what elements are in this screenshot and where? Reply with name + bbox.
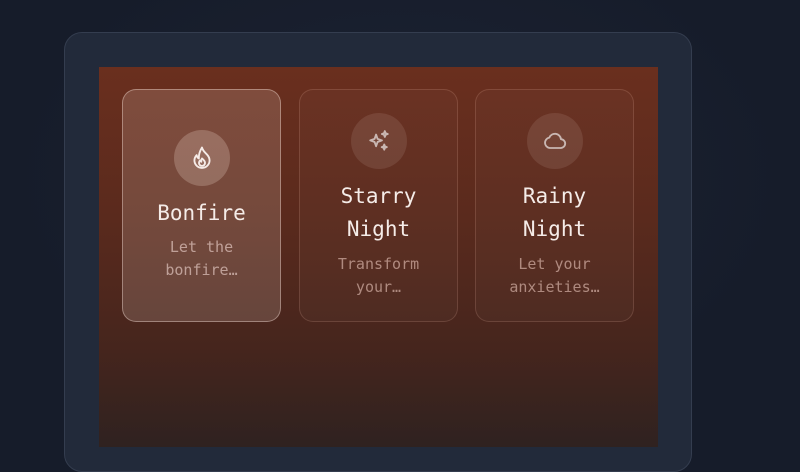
scene-description: Transform your… [337, 255, 420, 296]
scene-icon-badge [173, 130, 230, 186]
scene-title: Rainy Night [522, 184, 587, 241]
scene-title: Starry Night [340, 184, 417, 241]
cloud-icon [543, 132, 566, 149]
scene-title: Bonfire [157, 201, 246, 225]
scene-description: Let your anxieties… [509, 255, 600, 296]
scene-icon-badge [350, 113, 407, 169]
scene-card-starry-night[interactable]: Starry Night Transform your… [299, 89, 458, 322]
scene-icon-badge [526, 113, 583, 169]
app-screen: Bonfire Let the bonfire… Starry Night Tr… [99, 67, 658, 447]
fire-icon [192, 146, 211, 169]
scene-card-rainy-night[interactable]: Rainy Night Let your anxieties… [475, 89, 634, 322]
scene-description: Let the bonfire… [165, 238, 238, 279]
sparkles-icon [368, 130, 389, 151]
scene-card-bonfire[interactable]: Bonfire Let the bonfire… [122, 89, 281, 322]
